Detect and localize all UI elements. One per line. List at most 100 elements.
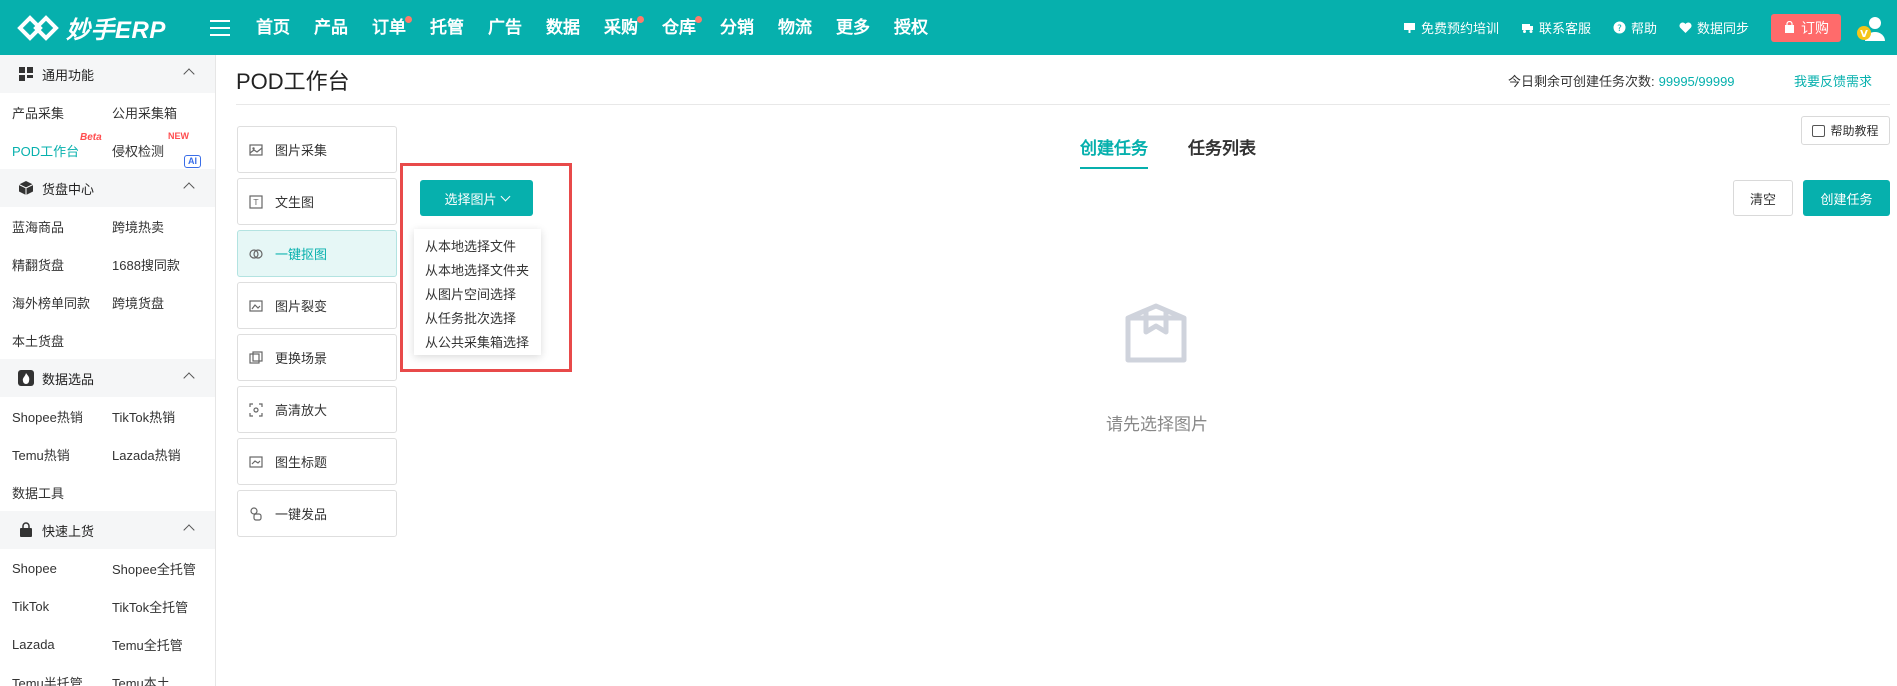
sidebar-section-header[interactable]: 数据选品 bbox=[0, 359, 215, 397]
nav-item[interactable]: 分销 bbox=[708, 0, 766, 55]
publish-icon bbox=[250, 506, 262, 521]
menu-toggle-icon[interactable] bbox=[210, 19, 230, 36]
sidebar-item[interactable]: Temu本土 bbox=[100, 673, 200, 686]
nav-item[interactable]: 更多 bbox=[824, 0, 882, 55]
tool-item-label: 高清放大 bbox=[275, 403, 328, 418]
sidebar-item[interactable]: 侵权检测 NEW AI bbox=[100, 131, 201, 168]
tool-item[interactable]: 图片采集 bbox=[237, 126, 397, 173]
book-icon bbox=[1812, 124, 1826, 137]
tool-item[interactable]: 图片裂变 bbox=[237, 282, 397, 329]
nav-item[interactable]: 采购 bbox=[592, 0, 650, 55]
sidebar-item[interactable]: 1688搜同款 bbox=[100, 255, 200, 274]
sidebar-item[interactable]: Lazada bbox=[0, 637, 100, 652]
empty-state-text: 请先选择图片 bbox=[1106, 415, 1208, 434]
feedback-link[interactable]: 我要反馈需求 bbox=[1794, 71, 1872, 90]
sidebar-item[interactable]: POD工作台 Beta bbox=[0, 132, 102, 160]
page-title: POD工作台 bbox=[236, 69, 350, 94]
select-image-option[interactable]: 从任务批次选择 bbox=[414, 307, 541, 331]
help-link[interactable]: ? 帮助 bbox=[1613, 18, 1657, 37]
sidebar-item-label: Lazada热销 bbox=[112, 447, 181, 463]
sidebar-item[interactable]: 精翻货盘 bbox=[0, 255, 100, 274]
cutout-icon bbox=[249, 248, 263, 259]
select-image-option[interactable]: 从本地选择文件 bbox=[414, 235, 541, 259]
sidebar-item[interactable]: Lazada热销 bbox=[100, 445, 200, 464]
nav-item[interactable]: 广告 bbox=[476, 0, 534, 55]
sidebar-item[interactable]: Shopee热销 bbox=[0, 407, 100, 426]
support-link[interactable]: 联系客服 bbox=[1521, 18, 1591, 37]
sidebar-item[interactable]: 海外榜单同款 bbox=[0, 293, 100, 312]
sidebar-section-title: 数据选品 bbox=[42, 371, 95, 387]
select-image-option[interactable]: 从公共采集箱选择 bbox=[414, 331, 541, 355]
select-image-option[interactable]: 从本地选择文件夹 bbox=[414, 259, 541, 283]
nav-item[interactable]: 仓库 bbox=[650, 0, 708, 55]
sidebar-item-label: 产品采集 bbox=[12, 105, 65, 121]
clear-button[interactable]: 清空 bbox=[1733, 180, 1793, 216]
sidebar-item[interactable]: 跨境热卖 bbox=[100, 217, 200, 236]
nav-item[interactable]: 数据 bbox=[534, 0, 592, 55]
sidebar-item[interactable]: 公用采集箱 bbox=[100, 103, 200, 122]
tool-item[interactable]: 图生标题 bbox=[237, 438, 397, 485]
sidebar-section-header[interactable]: 货盘中心 bbox=[0, 169, 215, 207]
sidebar-item[interactable]: Temu全托管 bbox=[100, 635, 200, 654]
tool-item-label: 更换场景 bbox=[275, 351, 328, 366]
sidebar-item[interactable]: 产品采集 bbox=[0, 103, 100, 122]
sidebar-item[interactable]: Shopee bbox=[0, 561, 100, 576]
sidebar-item-label: 精翻货盘 bbox=[12, 257, 65, 273]
tool-item[interactable]: 高清放大 bbox=[237, 386, 397, 433]
sidebar-item[interactable]: TikTok全托管 bbox=[100, 597, 200, 616]
sidebar-item-label: 1688搜同款 bbox=[112, 257, 180, 273]
tool-item-label: 图片采集 bbox=[275, 143, 328, 158]
tool-item[interactable]: 一键发品 bbox=[237, 490, 397, 537]
nav-item[interactable]: 托管 bbox=[418, 0, 476, 55]
brand-logo[interactable]: 妙手ERP bbox=[16, 10, 196, 45]
nav-item-label: 物流 bbox=[778, 18, 812, 37]
select-image-button[interactable]: 选择图片 bbox=[420, 180, 533, 216]
nav-item[interactable]: 产品 bbox=[302, 0, 360, 55]
logo-icon bbox=[17, 14, 59, 41]
sidebar-section-header[interactable]: 快速上货 bbox=[0, 511, 215, 549]
chevron-up-icon bbox=[183, 68, 195, 80]
sidebar-section-header[interactable]: 通用功能 bbox=[0, 55, 215, 93]
sidebar: 通用功能产品采集 公用采集箱 POD工作台 Beta 侵权检测 NEW AI 货盘中心蓝海商品… bbox=[0, 55, 216, 686]
sidebar-item-label: 本土货盘 bbox=[12, 333, 65, 349]
nav-item-label: 订单 bbox=[372, 18, 406, 37]
sidebar-section-title: 通用功能 bbox=[42, 67, 95, 83]
question-icon: ? bbox=[1613, 21, 1626, 34]
sidebar-item[interactable]: 跨境货盘 bbox=[100, 293, 200, 312]
text-to-image-icon: T bbox=[249, 194, 263, 209]
sidebar-item[interactable]: Temu热销 bbox=[0, 445, 100, 464]
image-icon bbox=[249, 143, 263, 156]
sidebar-item-label: 公用采集箱 bbox=[112, 105, 178, 121]
sidebar-item[interactable]: TikTok bbox=[0, 599, 100, 614]
create-task-button[interactable]: 创建任务 bbox=[1803, 180, 1890, 216]
sidebar-item-label: Temu半托管 bbox=[12, 675, 83, 686]
nav-item[interactable]: 授权 bbox=[882, 0, 940, 55]
avatar-letter: V bbox=[1860, 29, 1868, 40]
sidebar-item[interactable]: 数据工具 bbox=[0, 483, 100, 502]
order-button[interactable]: 订购 bbox=[1771, 13, 1841, 42]
sidebar-item-label: Shopee全托管 bbox=[112, 561, 196, 577]
sidebar-item[interactable]: 本土货盘 bbox=[0, 331, 100, 350]
sidebar-item[interactable]: 蓝海商品 bbox=[0, 217, 100, 236]
sync-link[interactable]: 数据同步 bbox=[1679, 18, 1749, 37]
select-image-option[interactable]: 从图片空间选择 bbox=[414, 283, 541, 307]
sidebar-item-label: Temu热销 bbox=[12, 447, 70, 463]
sidebar-item[interactable]: Temu半托管 bbox=[0, 673, 100, 686]
nav-item[interactable]: 订单 bbox=[360, 0, 418, 55]
sidebar-item[interactable]: Shopee全托管 bbox=[100, 559, 200, 578]
tool-item[interactable]: 一键抠图 bbox=[237, 230, 397, 277]
tab-item[interactable]: 创建任务 bbox=[1080, 134, 1148, 169]
user-avatar[interactable]: V bbox=[1855, 11, 1889, 45]
help-tutorial-button[interactable]: 帮助教程 bbox=[1801, 116, 1890, 145]
sidebar-item-label: Shopee bbox=[12, 560, 57, 576]
tool-item[interactable]: T 文生图 bbox=[237, 178, 397, 225]
tool-item[interactable]: 更换场景 bbox=[237, 334, 397, 381]
main-nav: 首页 产品 订单 托管 广告 数据 采购 仓库 分销 物流 更多 授权 bbox=[244, 0, 940, 55]
nav-item[interactable]: 物流 bbox=[766, 0, 824, 55]
nav-item[interactable]: 首页 bbox=[244, 0, 302, 55]
top-right-actions: 免费预约培训 联系客服 ? 帮助 数据同步 订购 V bbox=[1403, 0, 1897, 55]
sidebar-item[interactable]: TikTok热销 bbox=[100, 407, 200, 426]
tab-item[interactable]: 任务列表 bbox=[1188, 134, 1256, 169]
training-link[interactable]: 免费预约培训 bbox=[1403, 18, 1499, 37]
tool-item-label: 一键发品 bbox=[275, 507, 328, 522]
